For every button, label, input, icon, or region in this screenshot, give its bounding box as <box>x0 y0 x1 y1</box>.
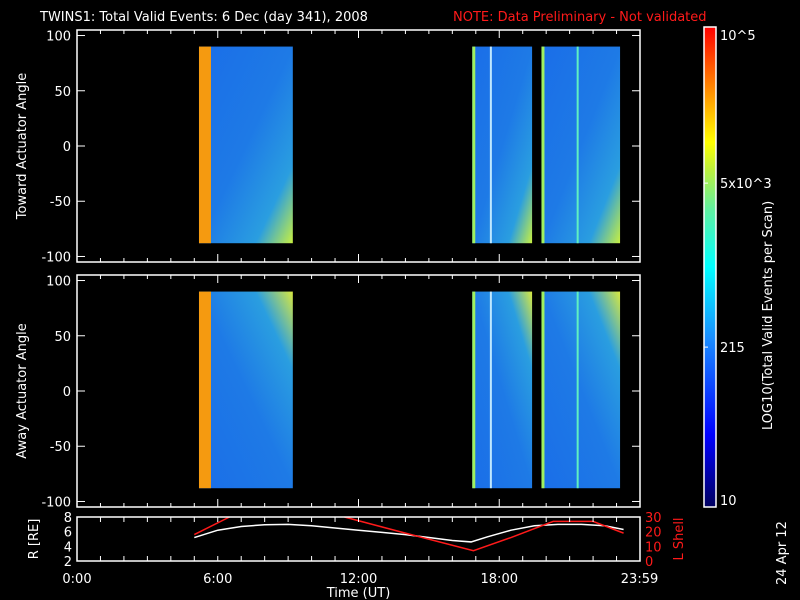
r-tick-label: 2 <box>64 555 72 570</box>
data-block-edge <box>541 46 545 244</box>
side-date: 24 Apr 12 <box>775 521 790 585</box>
y-tick-label: -50 <box>50 195 71 210</box>
colorbar-tick-label: 10 <box>720 494 737 509</box>
data-block-edge <box>198 46 211 244</box>
y-axis-label: Toward Actuator Angle <box>15 73 30 220</box>
data-stripe <box>489 291 492 489</box>
data-block-edge <box>472 46 476 244</box>
data-block <box>472 291 533 489</box>
x-tick-label: 0:00 <box>62 572 91 587</box>
colorbar-tick-label: 5x10^3 <box>720 177 772 192</box>
colorbar-label: LOG10(Total Valid Events per Scan) <box>761 201 776 430</box>
lshell-axis-label: L Shell <box>672 517 687 560</box>
panel-frame <box>76 516 641 562</box>
y-tick-label: -100 <box>41 250 71 265</box>
r-tick-label: 4 <box>64 540 72 555</box>
data-block <box>472 46 533 244</box>
x-tick-label: 6:00 <box>203 572 232 587</box>
colorbar-tick-label: 215 <box>720 341 745 356</box>
y-tick-label: 100 <box>46 275 71 290</box>
r-axis-label: R [RE] <box>27 519 42 560</box>
orbit-panel: 8642 3020100 R [RE] L Shell 0:00 6:00 12:00 18:… <box>27 511 687 600</box>
lshell-tick-label: 20 <box>645 526 662 541</box>
x-tick-label: 18:00 <box>481 572 518 587</box>
plot-title: TWINS1: Total Valid Events: 6 Dec (day 3… <box>39 10 368 25</box>
y-tick-label: -50 <box>50 440 71 455</box>
lshell-line <box>344 516 624 552</box>
x-tick-label: 12:00 <box>340 572 377 587</box>
lshell-tick-label: 10 <box>645 540 662 555</box>
r-tick-label: 8 <box>64 511 72 526</box>
data-block-edge <box>541 291 545 489</box>
y-tick-label: 0 <box>63 140 71 155</box>
x-axis-label: Time (UT) <box>326 586 391 600</box>
preliminary-note: NOTE: Data Preliminary - Not validated <box>453 10 707 25</box>
data-block <box>198 46 293 244</box>
data-stripe <box>489 46 492 244</box>
y-tick-label: 50 <box>54 85 71 100</box>
y-tick-label: 0 <box>63 385 71 400</box>
data-stripe <box>576 46 579 244</box>
lshell-tick-label: 0 <box>645 555 653 570</box>
data-block <box>198 291 293 489</box>
y-axis-label: Away Actuator Angle <box>15 323 30 458</box>
y-tick-label: 100 <box>46 30 71 45</box>
data-block <box>541 46 621 244</box>
lshell-tick-label: 30 <box>645 511 662 526</box>
data-stripe <box>576 291 579 489</box>
y-tick-label: 50 <box>54 330 71 345</box>
radius-line <box>194 523 624 543</box>
plot-canvas: TWINS1: Total Valid Events: 6 Dec (day 3… <box>15 10 790 600</box>
data-block-edge <box>198 291 211 489</box>
y-tick-label: -100 <box>41 495 71 510</box>
data-block-edge <box>472 291 476 489</box>
spectrogram-panel-2: 100 50 0 -50 -100 Away Actuator Angle <box>15 274 641 510</box>
colorbar-tick-label: 10^5 <box>720 29 756 44</box>
data-block <box>541 291 621 489</box>
colorbar <box>703 26 717 508</box>
spectrogram-panel-1: 100 50 0 -50 -100 Toward Actuator Angle <box>15 29 641 265</box>
r-tick-label: 6 <box>64 526 72 541</box>
x-tick-label: 23:59 <box>621 572 658 587</box>
